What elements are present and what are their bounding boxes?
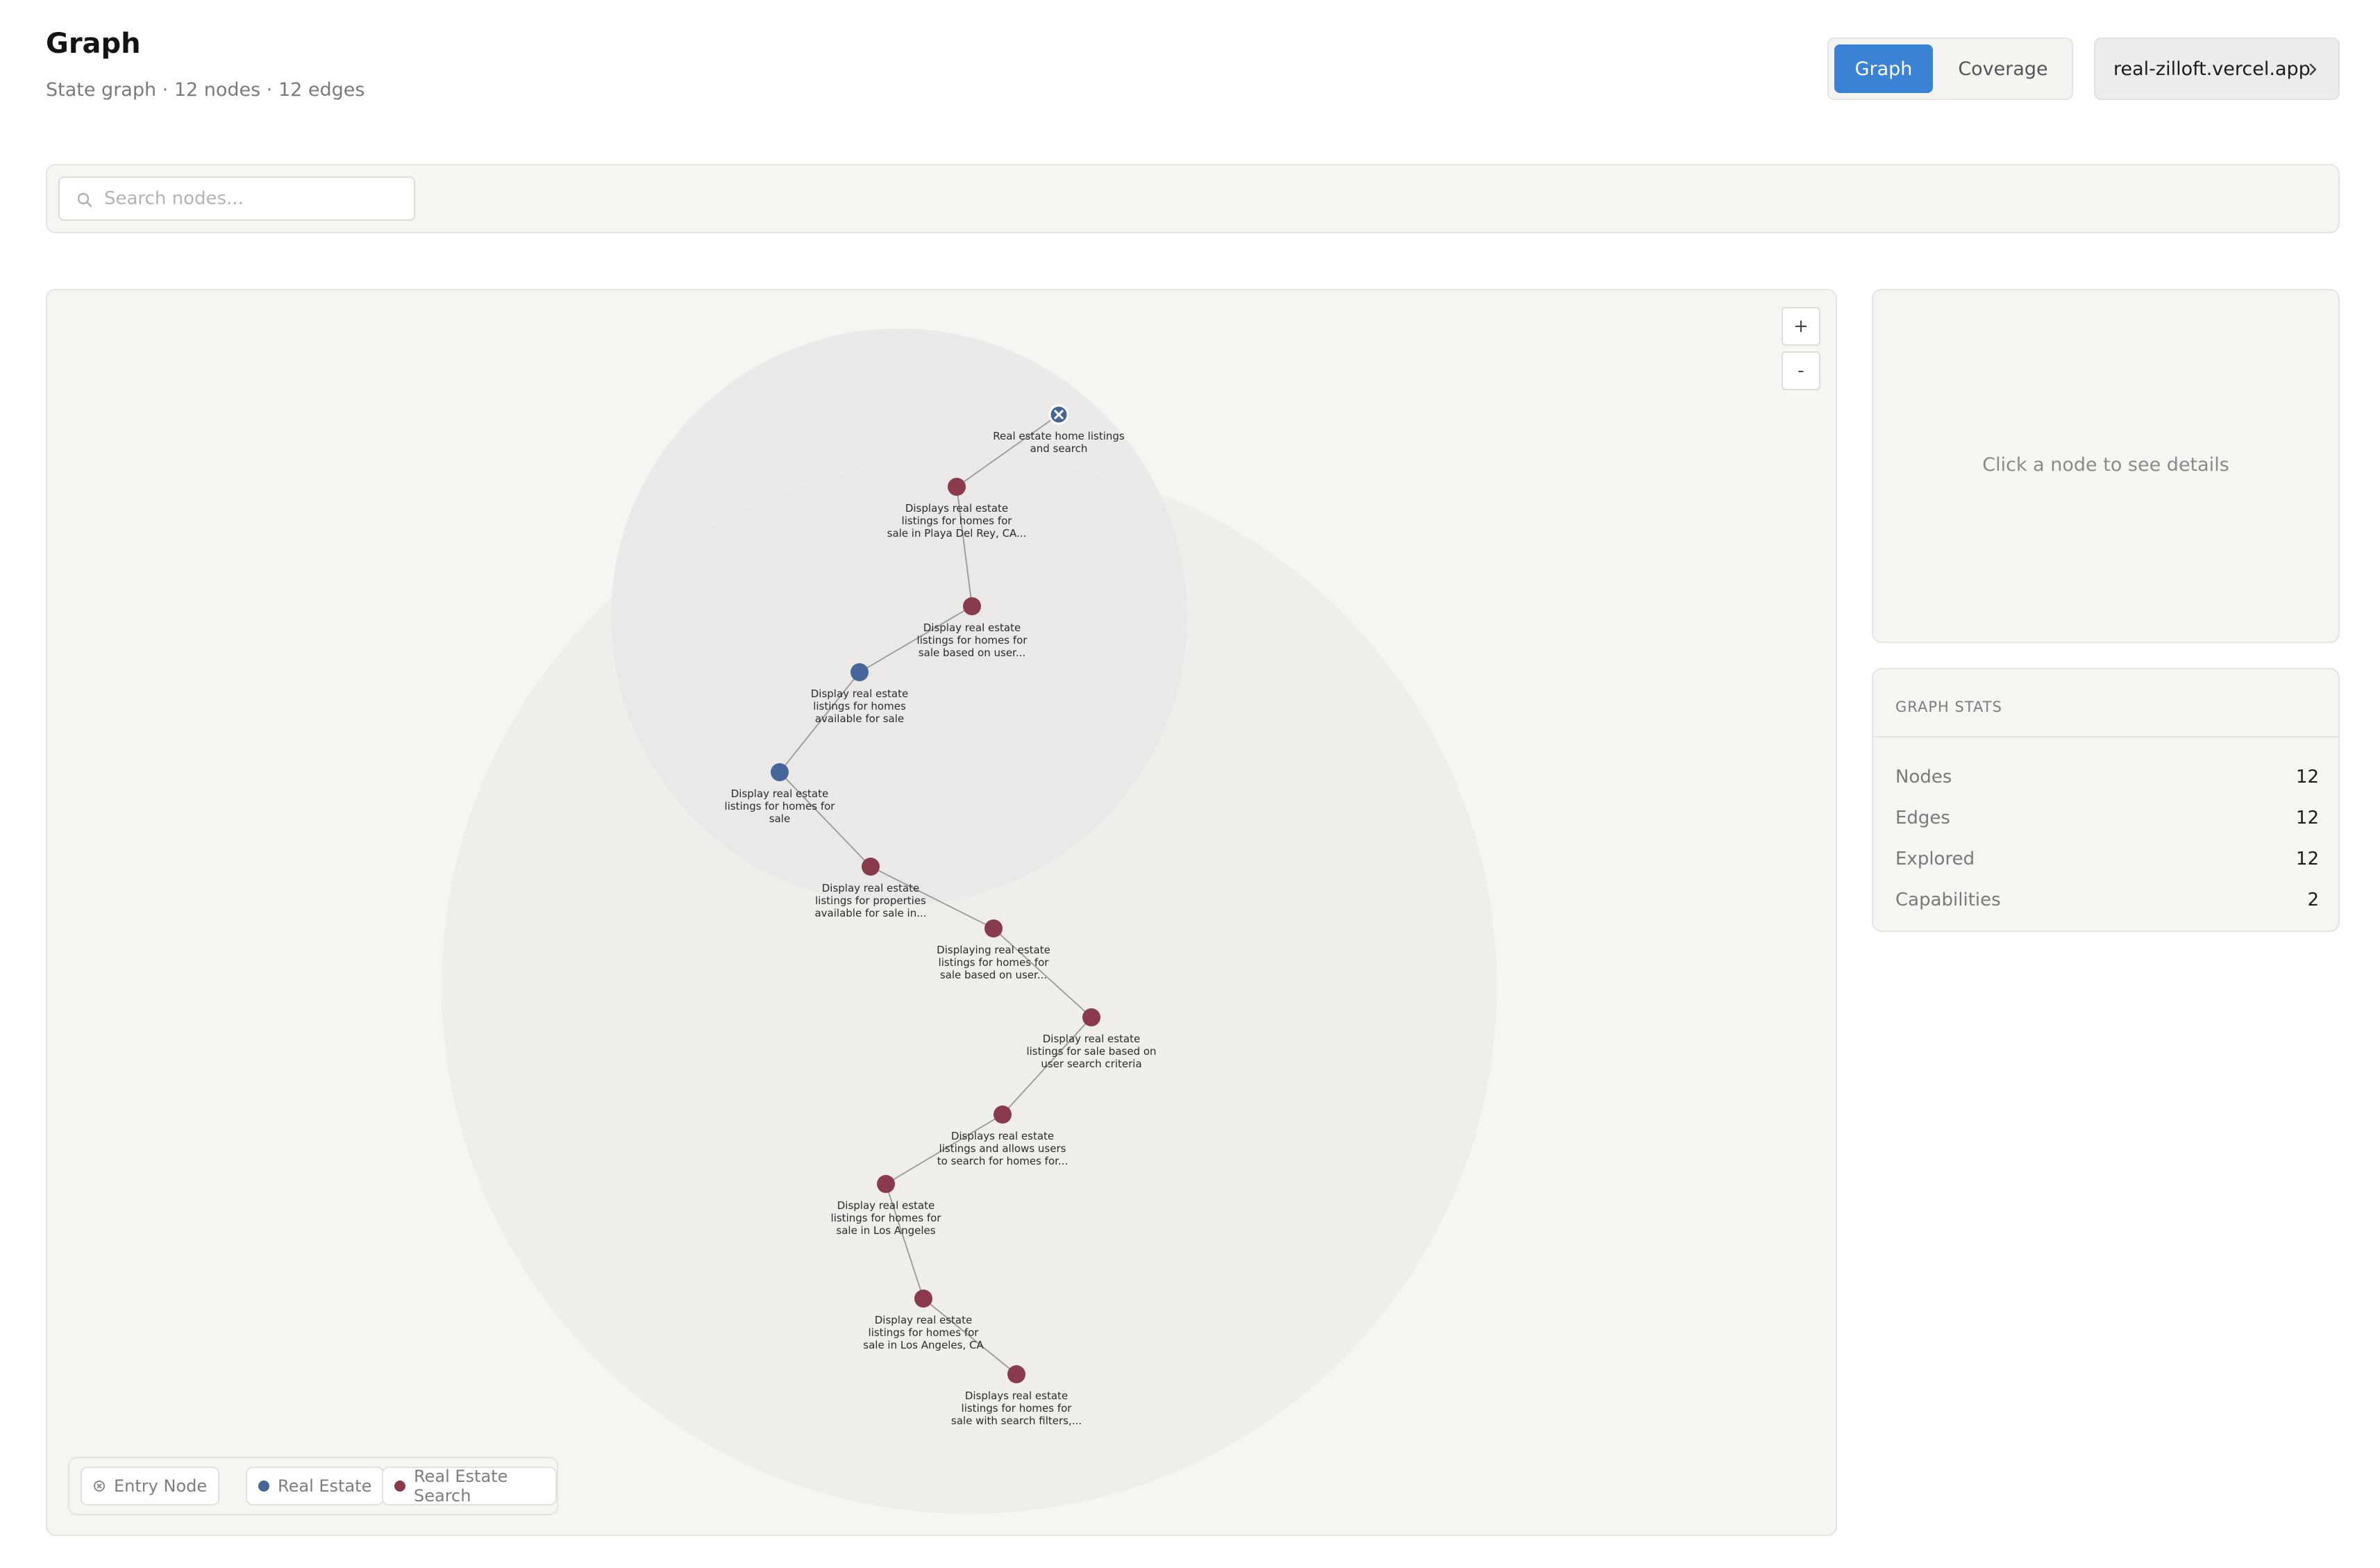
node-label: listings for homes for (831, 1212, 942, 1224)
node-label: listings for homes for (962, 1402, 1073, 1415)
site-link-button[interactable]: real-zilloft.vercel.app (2094, 37, 2340, 100)
coverage-tab-button[interactable]: Coverage (1940, 44, 2066, 93)
legend-item-real-estate: Real Estate (246, 1467, 385, 1506)
legend-label: Real Estate Search (414, 1467, 508, 1506)
node-label: available for sale in... (814, 907, 926, 919)
view-toggle: Graph Coverage (1827, 37, 2073, 100)
page-title: Graph (46, 28, 141, 60)
page-subtitle: State graph · 12 nodes · 12 edges (46, 79, 365, 101)
node-label: Display real estate (731, 787, 828, 800)
node-circle (994, 1106, 1012, 1124)
node-label: Displays real estate (905, 502, 1008, 515)
node-label: listings for properties (815, 894, 926, 907)
search-icon (77, 192, 92, 208)
graph-legend: Entry Node Real Estate Real Estate Searc… (68, 1457, 558, 1515)
legend-dot (394, 1481, 405, 1492)
node-label: listings for sale based on (1026, 1045, 1156, 1058)
graph-canvas[interactable]: Real estate home listingsand search Displ… (47, 290, 1837, 1536)
zoom-in-button[interactable]: + (1782, 307, 1820, 346)
search-bar (46, 164, 2340, 233)
node-circle (984, 919, 1003, 937)
node-label: listings for homes for (902, 515, 1013, 527)
node-label: Display real estate (923, 622, 1021, 634)
legend-dot (258, 1481, 269, 1492)
legend-label: Entry Node (114, 1476, 208, 1496)
node-label: listings for homes (813, 700, 906, 712)
node-circle (850, 663, 869, 681)
search-input[interactable] (104, 178, 410, 219)
node-circle (1007, 1365, 1025, 1383)
stat-value: 12 (2295, 849, 2319, 869)
node-label: sale (769, 812, 790, 825)
stat-label: Explored (1895, 849, 1975, 869)
node-circle (914, 1290, 932, 1308)
details-empty-message: Click a node to see details (1982, 454, 2229, 476)
node-label: Display real estate (837, 1199, 935, 1212)
stat-label: Capabilities (1895, 890, 2001, 910)
node-label: to search for homes for... (937, 1155, 1068, 1167)
node-label: Displays real estate (965, 1390, 1068, 1402)
node-label: Display real estate (875, 1314, 972, 1326)
node-label: Displays real estate (951, 1130, 1054, 1142)
graph-tab-button[interactable]: Graph (1834, 44, 1933, 93)
node-label: listings for homes for (725, 800, 836, 812)
node-label: user search criteria (1041, 1058, 1141, 1070)
node-circle (862, 858, 880, 876)
node-label: listings for homes for (939, 956, 1050, 969)
search-field (58, 176, 415, 221)
node-label: sale in Los Angeles (836, 1224, 935, 1237)
node-details-panel: Click a node to see details (1872, 289, 2340, 643)
site-label: real-zilloft.vercel.app (2113, 58, 2311, 80)
entry-x-icon (94, 1481, 105, 1492)
node-label: Display real estate (1043, 1033, 1140, 1045)
node-label: sale based on user... (919, 647, 1025, 659)
legend-item-entry-node: Entry Node (81, 1467, 220, 1506)
stat-row-nodes: Nodes 12 (1895, 767, 2319, 794)
graph-panel: Real estate home listings and search Displ… (46, 289, 1837, 1536)
node-circle (771, 763, 789, 781)
legend-label: Real Estate (278, 1476, 372, 1496)
node-label: sale in Los Angeles, CA (863, 1339, 984, 1351)
node-label: available for sale (815, 712, 904, 725)
stat-row-explored: Explored 12 (1895, 849, 2319, 876)
divider (1873, 736, 2338, 737)
stat-label: Nodes (1895, 767, 1952, 787)
node-label: listings and allows users (939, 1142, 1066, 1155)
node-label: sale with search filters,... (951, 1415, 1082, 1427)
node-label: Display real estate (822, 882, 919, 894)
node-label: sale based on user... (940, 969, 1047, 981)
legend-item-real-estate-search: Real Estate Search (382, 1467, 557, 1506)
node-label: and search (1030, 442, 1088, 455)
node-circle (877, 1175, 895, 1193)
stat-value: 12 (2295, 808, 2319, 828)
cluster-inner (611, 328, 1187, 905)
stat-value: 12 (2295, 767, 2319, 787)
node-label: sale in Playa Del Rey, CA... (887, 527, 1027, 540)
node-label: listings for homes for (869, 1326, 980, 1339)
node-label: Displaying real estate (937, 944, 1050, 956)
node-label: Real estate home listings (993, 430, 1125, 442)
chevron-right-icon (2309, 63, 2317, 76)
stat-label: Edges (1895, 808, 1950, 828)
node-circle (1082, 1008, 1100, 1026)
node-label: listings for homes for (917, 634, 1028, 647)
node-circle (948, 478, 966, 496)
stat-row-capabilities: Capabilities 2 (1895, 890, 2319, 917)
node-circle (963, 597, 981, 615)
node-label: Display real estate (811, 687, 908, 700)
zoom-out-button[interactable]: - (1782, 351, 1820, 390)
stat-value: 2 (2307, 890, 2319, 910)
stats-title: GRAPH STATS (1895, 699, 2002, 715)
stat-row-edges: Edges 12 (1895, 808, 2319, 835)
graph-stats-panel: GRAPH STATS Nodes 12 Edges 12 Explored 1… (1872, 668, 2340, 932)
